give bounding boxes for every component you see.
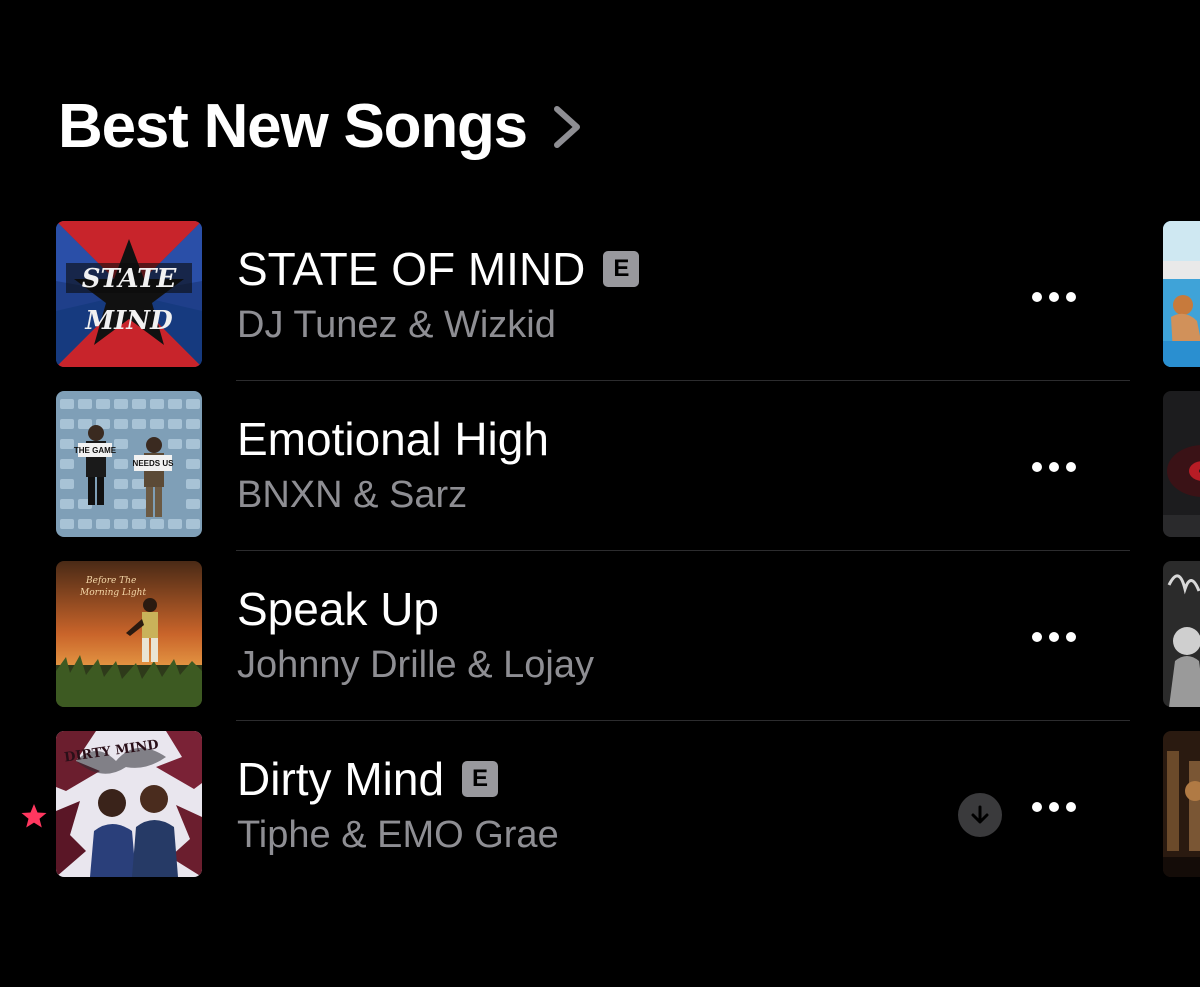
artwork-image: STATE MIND — [56, 221, 202, 367]
more-options-button[interactable] — [1032, 628, 1076, 646]
section-header[interactable]: Best New Songs — [58, 96, 583, 158]
peek-artwork-3[interactable] — [1163, 561, 1200, 707]
ellipsis-icon — [1066, 292, 1076, 302]
song-title-line: Speak Up — [237, 586, 439, 632]
artwork-image — [1163, 391, 1200, 537]
artwork-caption-mind: MIND — [84, 306, 173, 336]
download-button[interactable] — [958, 793, 1002, 837]
song-title-line: STATE OF MIND E — [237, 243, 640, 295]
more-options-button[interactable] — [1032, 458, 1076, 476]
album-artwork-speak-up[interactable]: Before The Morning Light — [56, 561, 202, 707]
ellipsis-icon — [1032, 632, 1042, 642]
song-title: Speak Up — [237, 583, 440, 635]
peek-artwork-1[interactable] — [1163, 221, 1200, 367]
ellipsis-icon — [1049, 802, 1059, 812]
row-separator — [236, 550, 1130, 551]
song-artist: Johnny Drille & Lojay — [237, 644, 594, 686]
ellipsis-icon — [1049, 292, 1059, 302]
song-title: Dirty Mind — [237, 753, 445, 805]
song-artist: DJ Tunez & Wizkid — [237, 304, 556, 346]
artwork-image — [1163, 561, 1200, 707]
peek-artwork-4[interactable] — [1163, 731, 1200, 877]
song-row-emotional-high[interactable]: THE GAME NEEDS US Emotional High BNXN & … — [0, 390, 1140, 560]
artwork-caption-state: STATE — [82, 264, 178, 294]
artwork-caption-speak-up: Before The — [85, 576, 136, 586]
explicit-badge: E — [462, 761, 499, 797]
peek-artwork-2[interactable] — [1163, 391, 1200, 537]
ellipsis-icon — [1032, 802, 1042, 812]
artwork-caption-the-game: THE GAME — [74, 446, 117, 455]
artwork-image — [1163, 221, 1200, 367]
artwork-image: Before The Morning Light — [56, 561, 202, 707]
song-artist: Tiphe & EMO Grae — [237, 814, 559, 856]
ellipsis-icon — [1032, 292, 1042, 302]
song-title-line: Emotional High — [237, 416, 549, 462]
ellipsis-icon — [1032, 462, 1042, 472]
song-title-line: Dirty Mind E — [237, 753, 499, 805]
artwork-caption-needs-us: NEEDS US — [133, 459, 175, 468]
song-artist: BNXN & Sarz — [237, 474, 468, 516]
song-row-speak-up[interactable]: Before The Morning Light Speak Up Johnny… — [0, 560, 1140, 730]
download-arrow-icon — [971, 805, 989, 824]
artwork-image — [1163, 731, 1200, 877]
song-row-dirty-mind[interactable]: DIRTY MIND Dirty Mind E Tiphe & EMO Grae — [0, 730, 1140, 900]
ellipsis-icon — [1049, 462, 1059, 472]
artwork-image: DIRTY MIND — [56, 731, 202, 877]
more-options-button[interactable] — [1032, 288, 1076, 306]
song-list: STATE MIND STATE OF MIND E DJ Tunez & Wi… — [0, 220, 1140, 900]
best-new-songs-page: Best New Songs STATE MIND STATE OF MIND … — [0, 0, 1200, 987]
ellipsis-icon — [1066, 462, 1076, 472]
star-icon — [21, 804, 47, 828]
album-artwork-dirty-mind[interactable]: DIRTY MIND — [56, 731, 202, 877]
song-title: STATE OF MIND — [237, 243, 586, 295]
ellipsis-icon — [1049, 632, 1059, 642]
song-row-state-of-mind[interactable]: STATE MIND STATE OF MIND E DJ Tunez & Wi… — [0, 220, 1140, 390]
artwork-caption-speak-up-2: Morning Light — [79, 588, 146, 598]
song-title: Emotional High — [237, 413, 549, 465]
explicit-badge: E — [603, 251, 640, 287]
ellipsis-icon — [1066, 632, 1076, 642]
more-options-button[interactable] — [1032, 798, 1076, 816]
row-separator — [236, 720, 1130, 721]
album-artwork-state-of-mind[interactable]: STATE MIND — [56, 221, 202, 367]
row-separator — [236, 380, 1130, 381]
chevron-right-icon — [553, 106, 580, 148]
ellipsis-icon — [1066, 802, 1076, 812]
section-title: Best New Songs — [58, 92, 528, 161]
artwork-image: THE GAME NEEDS US — [56, 391, 202, 537]
album-artwork-emotional-high[interactable]: THE GAME NEEDS US — [56, 391, 202, 537]
